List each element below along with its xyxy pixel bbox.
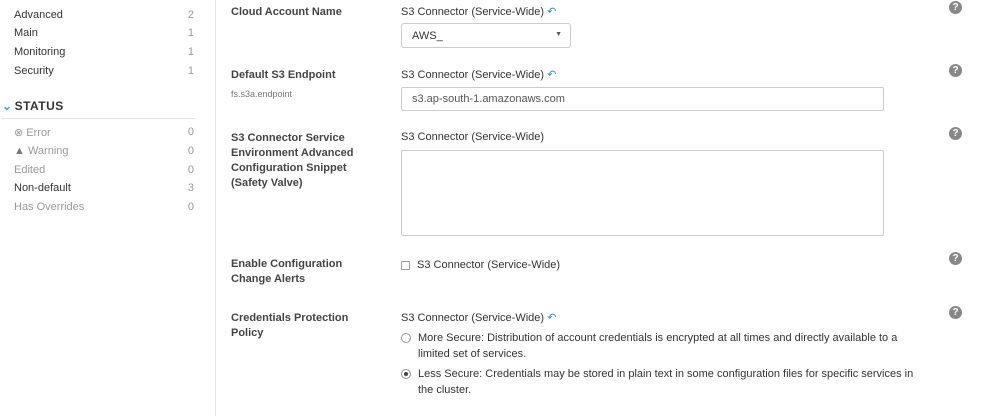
filter-count: 0	[187, 145, 194, 157]
alerts-checkbox[interactable]: S3 Connector (Service-Wide)	[401, 259, 560, 271]
safety-valve-textarea[interactable]	[401, 150, 884, 236]
filter-label: Has Overrides	[14, 201, 85, 213]
settings-panel: Cloud Account Name S3 Connector (Service…	[216, 0, 998, 416]
scope-label: S3 Connector (Service-Wide) ↶	[401, 68, 556, 81]
filter-count: 0	[187, 126, 194, 138]
filter-count: 1	[187, 46, 194, 58]
filter-advanced[interactable]: Advanced 2	[14, 9, 194, 21]
radio-button[interactable]	[401, 333, 411, 343]
sidebar: Advanced 2 Main 1 Monitoring 1 Security 1 ⌄ S…	[0, 0, 216, 416]
undo-icon[interactable]: ↶	[547, 6, 556, 18]
status-heading[interactable]: ⌄ STATUS	[2, 99, 195, 119]
cloud-account-select[interactable]: AWS_ ▼	[401, 23, 571, 48]
help-icon[interactable]: ?	[949, 64, 962, 77]
undo-icon[interactable]: ↶	[547, 69, 556, 81]
warning-icon: ▲	[14, 145, 28, 157]
filter-has-overrides[interactable]: Has Overrides 0	[14, 201, 194, 213]
status-heading-label: STATUS	[14, 99, 64, 113]
help-icon[interactable]: ?	[949, 252, 962, 265]
filter-count: 0	[187, 201, 194, 213]
filter-label: Non-default	[14, 182, 71, 194]
error-icon: ⊗	[14, 127, 27, 139]
filter-count: 1	[187, 65, 194, 77]
radio-label: More Secure: Distribution of account cre…	[418, 332, 898, 360]
scope-text: S3 Connector (Service-Wide)	[401, 312, 545, 324]
endpoint-input[interactable]: s3.ap-south-1.amazonaws.com	[401, 87, 884, 111]
endpoint-title: Default S3 Endpoint	[231, 69, 336, 81]
help-icon[interactable]: ?	[949, 306, 962, 319]
filter-error[interactable]: ⊗ Error 0	[14, 126, 194, 139]
filter-label: Security	[14, 65, 54, 77]
policy-option-more-secure[interactable]: More Secure: Distribution of account cre…	[401, 330, 931, 362]
filter-label: Warning	[27, 145, 69, 157]
filter-label: Edited	[14, 164, 46, 176]
filter-security[interactable]: Security 1	[14, 65, 194, 77]
filter-edited[interactable]: Edited 0	[14, 164, 194, 176]
checkbox-box[interactable]	[401, 260, 410, 270]
filter-label: Error	[26, 127, 51, 139]
filter-warning[interactable]: ▲ Warning 0	[14, 145, 194, 157]
undo-icon[interactable]: ↶	[547, 312, 556, 324]
policy-label: Credentials Protection Policy	[231, 312, 349, 339]
endpoint-label: Default S3 Endpoint fs.s3a.endpoint	[231, 68, 381, 102]
filter-label: Main	[14, 27, 38, 39]
help-icon[interactable]: ?	[949, 1, 962, 14]
filter-label: Advanced	[14, 9, 63, 21]
caret-down-icon: ▼	[555, 31, 562, 38]
radio-button[interactable]	[401, 369, 411, 379]
radio-label: Less Secure: Credentials may be stored i…	[418, 368, 914, 396]
scope-text: S3 Connector (Service-Wide)	[417, 259, 561, 271]
filter-count: 0	[187, 164, 194, 176]
policy-option-less-secure[interactable]: Less Secure: Credentials may be stored i…	[401, 366, 931, 398]
chevron-down-icon: ⌄	[2, 99, 13, 113]
scope-label: S3 Connector (Service-Wide) ↶	[401, 5, 556, 18]
filter-label: Monitoring	[14, 46, 66, 58]
filter-main[interactable]: Main 1	[14, 27, 194, 39]
filter-count: 3	[187, 182, 194, 194]
filter-count: 1	[187, 27, 194, 39]
select-value: AWS_	[412, 30, 443, 42]
scope-label: S3 Connector (Service-Wide)	[401, 131, 545, 143]
scope-text: S3 Connector (Service-Wide)	[401, 69, 545, 81]
filter-count: 2	[187, 9, 194, 21]
endpoint-key: fs.s3a.endpoint	[231, 89, 293, 99]
scope-label: S3 Connector (Service-Wide) ↶	[401, 311, 556, 324]
safety-valve-label: S3 Connector Service Environment Advance…	[231, 132, 354, 189]
filter-monitoring[interactable]: Monitoring 1	[14, 46, 194, 58]
cloud-account-label: Cloud Account Name	[231, 6, 342, 18]
help-icon[interactable]: ?	[949, 127, 962, 140]
alerts-label: Enable Configuration Change Alerts	[231, 258, 343, 285]
scope-text: S3 Connector (Service-Wide)	[401, 6, 545, 18]
filter-non-default[interactable]: Non-default 3	[14, 182, 194, 194]
